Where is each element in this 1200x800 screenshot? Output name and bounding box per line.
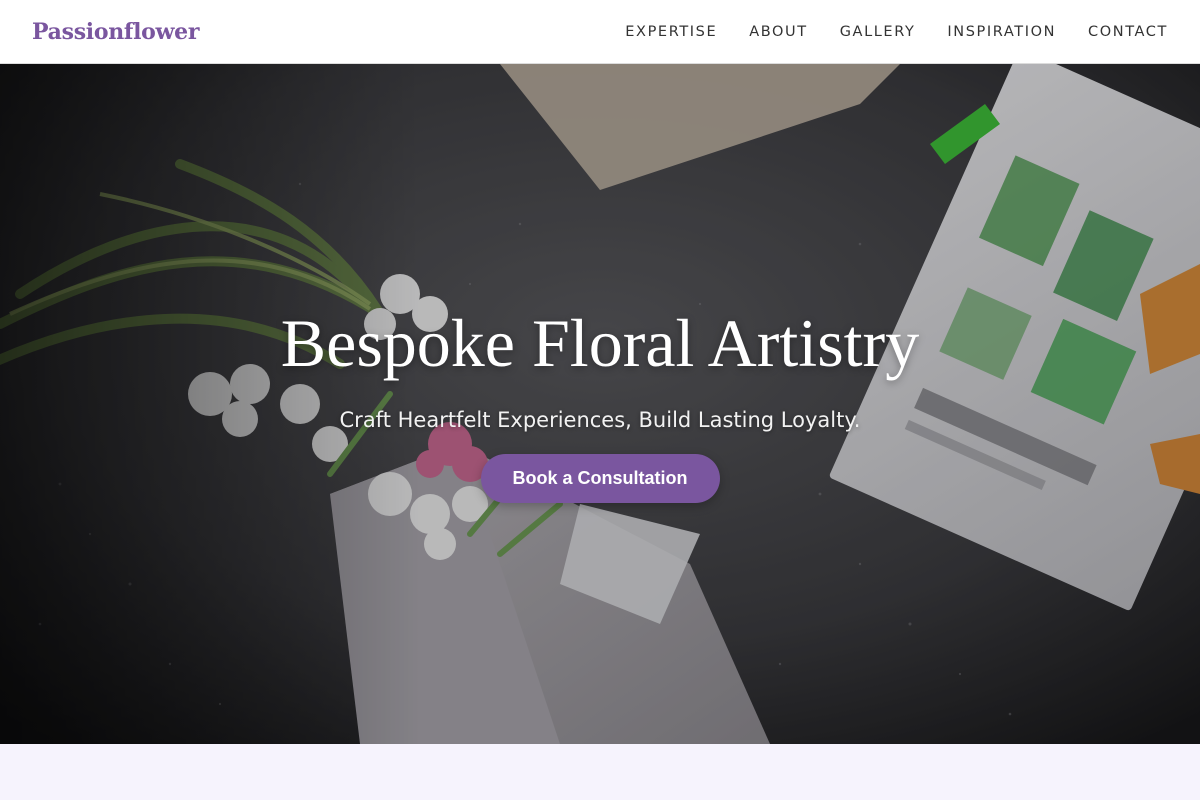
hero-title: Bespoke Floral Artistry [280,305,920,381]
hero-subtitle: Craft Heartfelt Experiences, Build Lasti… [339,408,861,432]
top-navbar: Passionflower EXPERTISE ABOUT GALLERY IN… [0,0,1200,64]
brand-logo[interactable]: Passionflower [32,19,199,45]
nav-link-about[interactable]: ABOUT [749,24,808,40]
hero-content: Bespoke Floral Artistry Craft Heartfelt … [0,304,1200,503]
hero-section: Bespoke Floral Artistry Craft Heartfelt … [0,64,1200,744]
nav-link-inspiration[interactable]: INSPIRATION [947,24,1056,40]
book-consultation-button[interactable]: Book a Consultation [480,454,720,503]
main-nav: EXPERTISE ABOUT GALLERY INSPIRATION CONT… [625,24,1168,40]
next-section [0,744,1200,800]
nav-link-gallery[interactable]: GALLERY [840,24,916,40]
nav-link-expertise[interactable]: EXPERTISE [625,24,717,40]
nav-link-contact[interactable]: CONTACT [1088,24,1168,40]
